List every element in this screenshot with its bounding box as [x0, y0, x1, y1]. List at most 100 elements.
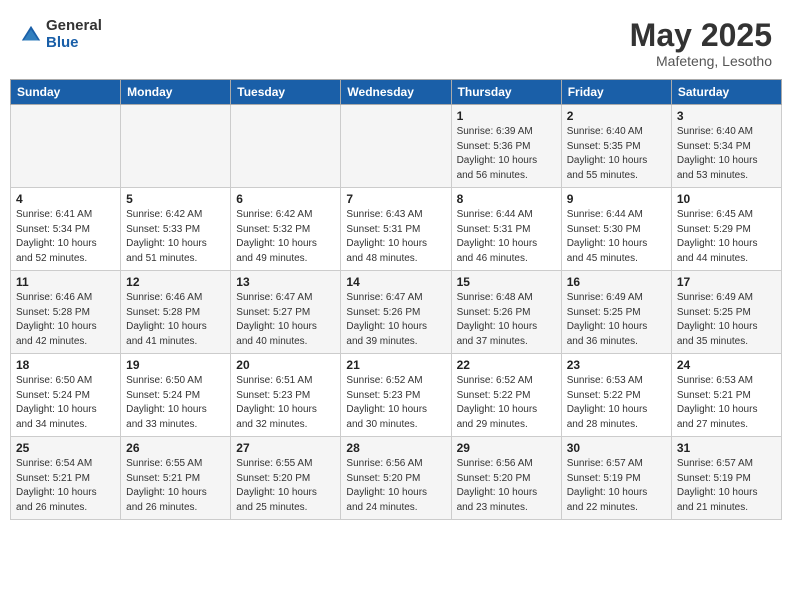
day-header-tuesday: Tuesday: [231, 80, 341, 105]
day-number: 9: [567, 192, 666, 206]
logo-general-text: General: [46, 18, 102, 35]
day-info: Sunrise: 6:40 AM Sunset: 5:35 PM Dayligh…: [567, 125, 666, 183]
day-number: 27: [236, 441, 335, 455]
calendar-cell: 16 Sunrise: 6:49 AM Sunset: 5:25 PM Dayli…: [561, 271, 671, 354]
day-info: Sunrise: 6:53 AM Sunset: 5:22 PM Dayligh…: [567, 374, 666, 432]
day-info: Sunrise: 6:54 AM Sunset: 5:21 PM Dayligh…: [16, 457, 115, 515]
day-number: 30: [567, 441, 666, 455]
page-header: General Blue May 2025 Mafeteng, Lesotho: [10, 10, 782, 75]
day-header-monday: Monday: [121, 80, 231, 105]
calendar-cell: 11Sunrise: 6:46 AM Sunset: 5:28 PM Dayli…: [11, 271, 121, 354]
logo-blue-text: Blue: [46, 35, 102, 52]
day-number: 29: [457, 441, 556, 455]
calendar-cell: 15 Sunrise: 6:48 AM Sunset: 5:26 PM Dayli…: [451, 271, 561, 354]
calendar-cell: 2Sunrise: 6:40 AM Sunset: 5:35 PM Daylig…: [561, 105, 671, 188]
calendar-cell: 25 Sunrise: 6:54 AM Sunset: 5:21 PM Dayli…: [11, 437, 121, 520]
calendar-cell: 6Sunrise: 6:42 AM Sunset: 5:32 PM Daylig…: [231, 188, 341, 271]
calendar-cell: 4 Sunrise: 6:41 AM Sunset: 5:34 PM Daylig…: [11, 188, 121, 271]
calendar-cell: 31 Sunrise: 6:57 AM Sunset: 5:19 PM Dayli…: [671, 437, 781, 520]
day-number: 6: [236, 192, 335, 206]
day-number: 14: [346, 275, 445, 289]
day-number: 31: [677, 441, 776, 455]
calendar-header-row: SundayMondayTuesdayWednesdayThursdayFrid…: [11, 80, 782, 105]
day-number: 28: [346, 441, 445, 455]
calendar-cell: 20Sunrise: 6:51 AM Sunset: 5:23 PM Dayli…: [231, 354, 341, 437]
day-header-wednesday: Wednesday: [341, 80, 451, 105]
day-number: 4: [16, 192, 115, 206]
day-number: 26: [126, 441, 225, 455]
day-number: 23: [567, 358, 666, 372]
day-info: Sunrise: 6:55 AM Sunset: 5:20 PM Dayligh…: [236, 457, 335, 515]
day-info: Sunrise: 6:44 AM Sunset: 5:30 PM Dayligh…: [567, 208, 666, 266]
calendar-cell: 18 Sunrise: 6:50 AM Sunset: 5:24 PM Dayli…: [11, 354, 121, 437]
calendar-cell: 1Sunrise: 6:39 AM Sunset: 5:36 PM Daylig…: [451, 105, 561, 188]
calendar-week-5: 25 Sunrise: 6:54 AM Sunset: 5:21 PM Dayli…: [11, 437, 782, 520]
day-number: 15: [457, 275, 556, 289]
day-number: 18: [16, 358, 115, 372]
day-number: 25: [16, 441, 115, 455]
calendar-cell: 23 Sunrise: 6:53 AM Sunset: 5:22 PM Dayli…: [561, 354, 671, 437]
calendar-cell: 21 Sunrise: 6:52 AM Sunset: 5:23 PM Dayli…: [341, 354, 451, 437]
calendar-cell: [121, 105, 231, 188]
calendar-cell: [11, 105, 121, 188]
day-info: Sunrise: 6:48 AM Sunset: 5:26 PM Dayligh…: [457, 291, 556, 349]
day-number: 24: [677, 358, 776, 372]
day-info: Sunrise: 6:47 AM Sunset: 5:26 PM Dayligh…: [346, 291, 445, 349]
day-number: 12: [126, 275, 225, 289]
month-title: May 2025: [630, 18, 772, 53]
day-info: Sunrise: 6:44 AM Sunset: 5:31 PM Dayligh…: [457, 208, 556, 266]
calendar-cell: 27 Sunrise: 6:55 AM Sunset: 5:20 PM Dayli…: [231, 437, 341, 520]
calendar-cell: 24Sunrise: 6:53 AM Sunset: 5:21 PM Dayli…: [671, 354, 781, 437]
location-subtitle: Mafeteng, Lesotho: [630, 53, 772, 69]
day-info: Sunrise: 6:50 AM Sunset: 5:24 PM Dayligh…: [16, 374, 115, 432]
day-info: Sunrise: 6:47 AM Sunset: 5:27 PM Dayligh…: [236, 291, 335, 349]
day-info: Sunrise: 6:55 AM Sunset: 5:21 PM Dayligh…: [126, 457, 225, 515]
calendar-cell: 10Sunrise: 6:45 AM Sunset: 5:29 PM Dayli…: [671, 188, 781, 271]
calendar-table: SundayMondayTuesdayWednesdayThursdayFrid…: [10, 79, 782, 520]
calendar-week-2: 4 Sunrise: 6:41 AM Sunset: 5:34 PM Daylig…: [11, 188, 782, 271]
day-number: 3: [677, 109, 776, 123]
day-number: 11: [16, 275, 115, 289]
logo-icon: [20, 24, 42, 46]
day-header-friday: Friday: [561, 80, 671, 105]
day-number: 20: [236, 358, 335, 372]
day-number: 8: [457, 192, 556, 206]
day-number: 5: [126, 192, 225, 206]
day-number: 16: [567, 275, 666, 289]
day-info: Sunrise: 6:46 AM Sunset: 5:28 PM Dayligh…: [126, 291, 225, 349]
day-info: Sunrise: 6:40 AM Sunset: 5:34 PM Dayligh…: [677, 125, 776, 183]
day-info: Sunrise: 6:43 AM Sunset: 5:31 PM Dayligh…: [346, 208, 445, 266]
calendar-cell: 19 Sunrise: 6:50 AM Sunset: 5:24 PM Dayli…: [121, 354, 231, 437]
calendar-week-1: 1Sunrise: 6:39 AM Sunset: 5:36 PM Daylig…: [11, 105, 782, 188]
day-info: Sunrise: 6:39 AM Sunset: 5:36 PM Dayligh…: [457, 125, 556, 183]
day-info: Sunrise: 6:56 AM Sunset: 5:20 PM Dayligh…: [346, 457, 445, 515]
calendar-cell: [231, 105, 341, 188]
day-number: 19: [126, 358, 225, 372]
day-info: Sunrise: 6:52 AM Sunset: 5:22 PM Dayligh…: [457, 374, 556, 432]
day-number: 7: [346, 192, 445, 206]
day-info: Sunrise: 6:50 AM Sunset: 5:24 PM Dayligh…: [126, 374, 225, 432]
calendar-week-3: 11 Sunrise: 6:46 AM Sunset: 5:28 PM Dayli…: [11, 271, 782, 354]
calendar-cell: 26 Sunrise: 6:55 AM Sunset: 5:21 PM Dayli…: [121, 437, 231, 520]
calendar-cell: 7 Sunrise: 6:43 AM Sunset: 5:31 PM Daylig…: [341, 188, 451, 271]
calendar-cell: 28 Sunrise: 6:56 AM Sunset: 5:20 PM Dayli…: [341, 437, 451, 520]
day-info: Sunrise: 6:49 AM Sunset: 5:25 PM Dayligh…: [567, 291, 666, 349]
logo: General Blue: [20, 18, 102, 51]
day-number: 17: [677, 275, 776, 289]
day-info: Sunrise: 6:57 AM Sunset: 5:19 PM Dayligh…: [677, 457, 776, 515]
day-number: 21: [346, 358, 445, 372]
day-number: 10: [677, 192, 776, 206]
day-info: Sunrise: 6:52 AM Sunset: 5:23 PM Dayligh…: [346, 374, 445, 432]
day-header-thursday: Thursday: [451, 80, 561, 105]
day-info: Sunrise: 6:56 AM Sunset: 5:20 PM Dayligh…: [457, 457, 556, 515]
calendar-cell: 29 Sunrise: 6:56 AM Sunset: 5:20 PM Dayli…: [451, 437, 561, 520]
calendar-cell: 5Sunrise: 6:42 AM Sunset: 5:33 PM Daylig…: [121, 188, 231, 271]
day-info: Sunrise: 6:41 AM Sunset: 5:34 PM Dayligh…: [16, 208, 115, 266]
calendar-cell: 17Sunrise: 6:49 AM Sunset: 5:25 PM Dayli…: [671, 271, 781, 354]
calendar-cell: [341, 105, 451, 188]
day-number: 22: [457, 358, 556, 372]
calendar-cell: 3 Sunrise: 6:40 AM Sunset: 5:34 PM Daylig…: [671, 105, 781, 188]
calendar-cell: 30Sunrise: 6:57 AM Sunset: 5:19 PM Dayli…: [561, 437, 671, 520]
calendar-cell: 12 Sunrise: 6:46 AM Sunset: 5:28 PM Dayli…: [121, 271, 231, 354]
calendar-cell: 9 Sunrise: 6:44 AM Sunset: 5:30 PM Daylig…: [561, 188, 671, 271]
